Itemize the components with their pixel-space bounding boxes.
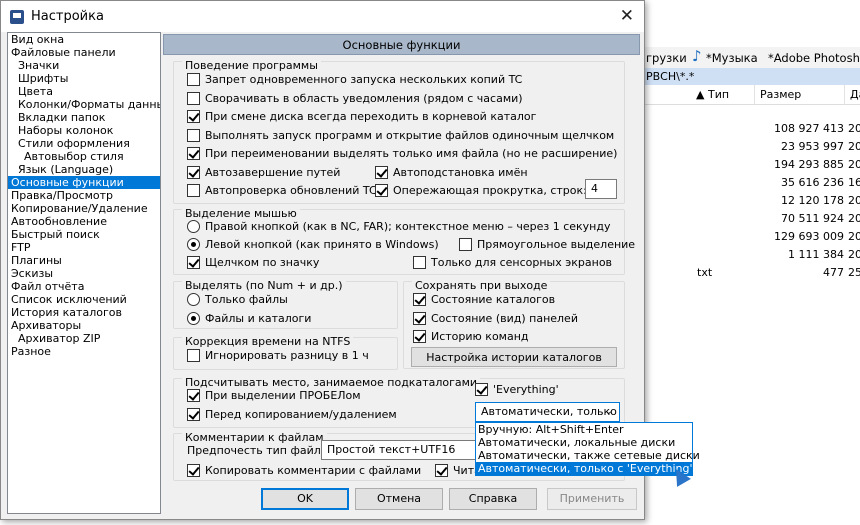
dropdown-option[interactable]: Автоматически, только с 'Everything'	[476, 462, 693, 475]
cancel-button[interactable]: Отмена	[355, 488, 443, 510]
music-note-icon: ♪	[692, 47, 702, 65]
tree-item[interactable]: История каталогов	[8, 306, 160, 319]
group-title: Поведение программы	[182, 60, 321, 71]
panel-title: Основные функции	[163, 34, 640, 55]
table-row[interactable]: 12 120 178 20	[640, 194, 860, 212]
tree-item[interactable]: Шрифты	[8, 72, 160, 85]
table-row[interactable]: 1 111 384 20	[640, 248, 860, 266]
tree-item[interactable]: Вид окна	[8, 33, 160, 46]
chevron-down-icon: ⌄	[604, 406, 613, 417]
tree-item[interactable]: FTP	[8, 241, 160, 254]
tree-item[interactable]: Значки	[8, 59, 160, 72]
pref-type-label: Предпочесть тип файла:	[187, 444, 332, 457]
tree-item[interactable]: Основные функции	[8, 176, 160, 189]
dir-size-mode-dropdown[interactable]: Вручную: Alt+Shift+Enter Автоматически, л…	[475, 422, 700, 476]
tree-item[interactable]: Автовыбор стиля	[8, 150, 160, 163]
dropdown-option[interactable]: Автоматически, локальные диски	[476, 436, 692, 449]
table-row[interactable]: 23 953 997 20	[640, 140, 860, 158]
background-path: РВСН\*.*	[640, 68, 860, 85]
background-column-header: ▲ Тип Размер Да	[640, 85, 860, 105]
table-row[interactable]: 70 511 924 20	[640, 212, 860, 230]
column-date[interactable]: Да	[850, 88, 860, 101]
apply-button[interactable]: Применить	[547, 488, 637, 510]
group-title: Выделение мышью	[182, 208, 300, 219]
app-icon	[10, 10, 24, 24]
column-size[interactable]: Размер	[760, 88, 801, 101]
scroll-lines-input[interactable]: 4	[585, 179, 617, 199]
tree-item[interactable]: Колонки/Форматы данных	[8, 98, 160, 111]
tree-item[interactable]: Файл отчёта	[8, 280, 160, 293]
tree-item[interactable]: Стили оформления	[8, 137, 160, 150]
table-row[interactable]: 35 616 236 16	[640, 176, 860, 194]
sort-arrow-icon: ▲	[696, 88, 705, 101]
table-row[interactable]: 194 293 885 20	[640, 158, 860, 176]
tree-item[interactable]: Файловые панели	[8, 46, 160, 59]
dialog-title: Настройка	[31, 9, 104, 24]
settings-tree[interactable]: Вид окна Файловые панели Значки Шрифты Цвета…	[7, 32, 161, 514]
tree-item[interactable]: Язык (Language)	[8, 163, 160, 176]
table-row[interactable]: txt 477 25	[640, 266, 860, 284]
group-title: Комментарии к файлам	[182, 432, 327, 443]
close-icon[interactable]: ✕	[620, 6, 634, 26]
tree-item[interactable]: Эскизы	[8, 267, 160, 280]
tree-item[interactable]: Цвета	[8, 85, 160, 98]
group-title: Коррекция времени на NTFS	[182, 336, 354, 347]
tree-item[interactable]: Быстрый поиск	[8, 228, 160, 241]
title-bar: Настройка ✕	[1, 1, 644, 32]
group-title: Выделять (по Num + и др.)	[182, 280, 346, 291]
tree-item[interactable]: Разное	[8, 345, 160, 358]
column-type[interactable]: Тип	[708, 88, 729, 101]
tree-item[interactable]: Архиватор ZIP	[8, 332, 160, 345]
group-title: Сохранять при выходе	[412, 280, 551, 291]
help-button[interactable]: Справка	[449, 488, 537, 510]
tree-item[interactable]: Список исключений	[8, 293, 160, 306]
tree-item[interactable]: Архиваторы	[8, 319, 160, 332]
dir-size-mode-select[interactable]: Автоматически, только ⌄	[475, 402, 620, 422]
tree-item[interactable]: Правка/Просмотр	[8, 189, 160, 202]
settings-dialog: Настройка ✕ Вид окна Файловые панели Значк…	[0, 0, 700, 520]
ok-button[interactable]: OK	[261, 488, 349, 510]
background-tab-bar: грузки ♪ *Музыка *Adobe Photoshop	[640, 47, 860, 69]
tree-item[interactable]: Наборы колонок	[8, 124, 160, 137]
comment-type-select[interactable]: Простой текст+UTF16	[321, 440, 481, 460]
tree-item[interactable]: Вкладки папок	[8, 111, 160, 124]
background-tab[interactable]: грузки	[646, 51, 687, 65]
tree-item[interactable]: Плагины	[8, 254, 160, 267]
tree-item[interactable]: Автообновление	[8, 215, 160, 228]
background-tab[interactable]: *Adobe Photoshop	[768, 51, 860, 65]
table-row[interactable]: 108 927 413 20	[640, 122, 860, 140]
tree-item[interactable]: Копирование/Удаление	[8, 202, 160, 215]
background-tab[interactable]: *Музыка	[706, 51, 758, 65]
dropdown-option[interactable]: Автоматически, также сетевые диски	[476, 449, 700, 462]
dropdown-option[interactable]: Вручную: Alt+Shift+Enter	[476, 423, 692, 436]
group-title: Подсчитывать место, занимаемое подкатало…	[182, 377, 481, 388]
table-row[interactable]: 129 693 009 20	[640, 230, 860, 248]
history-settings-button[interactable]: Настройка истории каталогов	[411, 347, 617, 367]
